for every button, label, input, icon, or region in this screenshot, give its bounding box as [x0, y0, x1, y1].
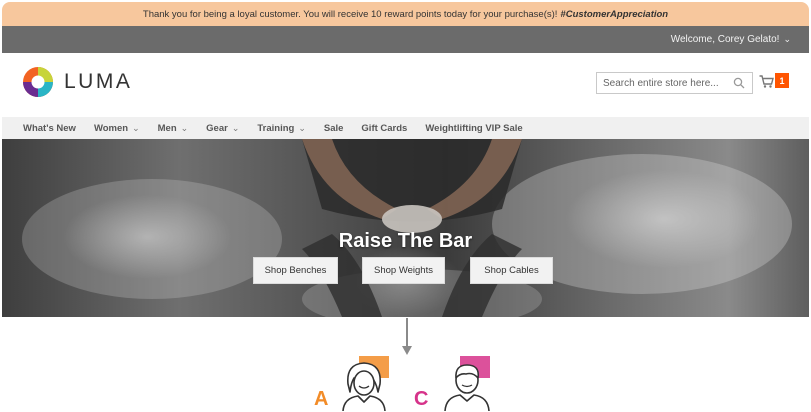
persona-a-letter: A	[314, 388, 329, 410]
account-bar: Welcome, Corey Gelato! ⌄	[2, 26, 809, 53]
brand-name: LUMA	[64, 70, 133, 93]
shop-benches-button[interactable]: Shop Benches	[253, 257, 338, 284]
minicart[interactable]: 1	[759, 73, 793, 93]
search-icon[interactable]	[733, 77, 745, 89]
nav-item-men[interactable]: Men ⌄	[158, 123, 189, 134]
nav-item-women[interactable]: Women ⌄	[94, 123, 140, 134]
nav-item-label: Gift Cards	[361, 122, 408, 134]
chevron-down-icon: ⌄	[132, 122, 140, 133]
search-input[interactable]	[603, 77, 728, 89]
promo-hashtag: #CustomerAppreciation	[560, 8, 669, 20]
arrow-down-icon	[402, 318, 412, 355]
hero-title: Raise The Bar	[338, 230, 473, 252]
nav-item-label: Sale	[323, 122, 344, 134]
nav-item-label: Weightlifting VIP Sale	[425, 122, 523, 134]
hero-athlete-image	[22, 139, 792, 317]
nav-item-gift-cards[interactable]: Gift Cards	[361, 123, 407, 134]
nav-item-weightlifting-vip-sale[interactable]: Weightlifting VIP Sale	[425, 123, 522, 134]
nav-item-label: Men	[157, 122, 177, 134]
cart-icon[interactable]	[759, 75, 774, 88]
chevron-down-icon[interactable]: ⌄	[783, 34, 791, 45]
nav-item-sale[interactable]: Sale	[324, 123, 344, 134]
nav-item-whats-new[interactable]: What's New	[23, 123, 76, 134]
main-navigation: What's New Women ⌄ Men ⌄ Gear ⌄ Training ⌄ S…	[2, 117, 809, 139]
chevron-down-icon: ⌄	[231, 122, 240, 133]
cart-count-badge: 1	[775, 73, 789, 88]
woman-avatar-icon	[342, 362, 386, 412]
promo-banner: Thank you for being a loyal customer. Yo…	[2, 2, 809, 26]
man-avatar-icon	[444, 364, 490, 412]
search-box[interactable]	[596, 72, 753, 94]
luma-logo-icon	[23, 67, 53, 97]
nav-item-label: Gear	[206, 122, 228, 134]
logo[interactable]: LUMA	[22, 66, 132, 98]
shop-cables-button[interactable]: Shop Cables	[470, 257, 553, 284]
nav-item-label: What's New	[23, 122, 76, 134]
browser-frame: Thank you for being a loyal customer. Yo…	[2, 2, 809, 317]
site-header: LUMA 1	[2, 53, 809, 117]
chevron-down-icon: ⌄	[298, 122, 306, 133]
nav-item-gear[interactable]: Gear ⌄	[206, 123, 239, 134]
persona-c	[440, 356, 494, 412]
nav-item-training[interactable]: Training ⌄	[257, 123, 306, 134]
nav-item-label: Training	[257, 122, 295, 134]
persona-a	[338, 356, 390, 412]
nav-item-label: Women	[93, 122, 129, 134]
welcome-message[interactable]: Welcome, Corey Gelato!	[671, 34, 780, 45]
hero-banner[interactable]: Raise The Bar Shop Benches Shop Weights …	[2, 139, 809, 317]
shop-weights-button[interactable]: Shop Weights	[362, 257, 445, 284]
persona-c-letter: C	[414, 388, 429, 410]
chevron-down-icon: ⌄	[180, 122, 189, 133]
promo-message: Thank you for being a loyal customer. Yo…	[142, 8, 558, 20]
